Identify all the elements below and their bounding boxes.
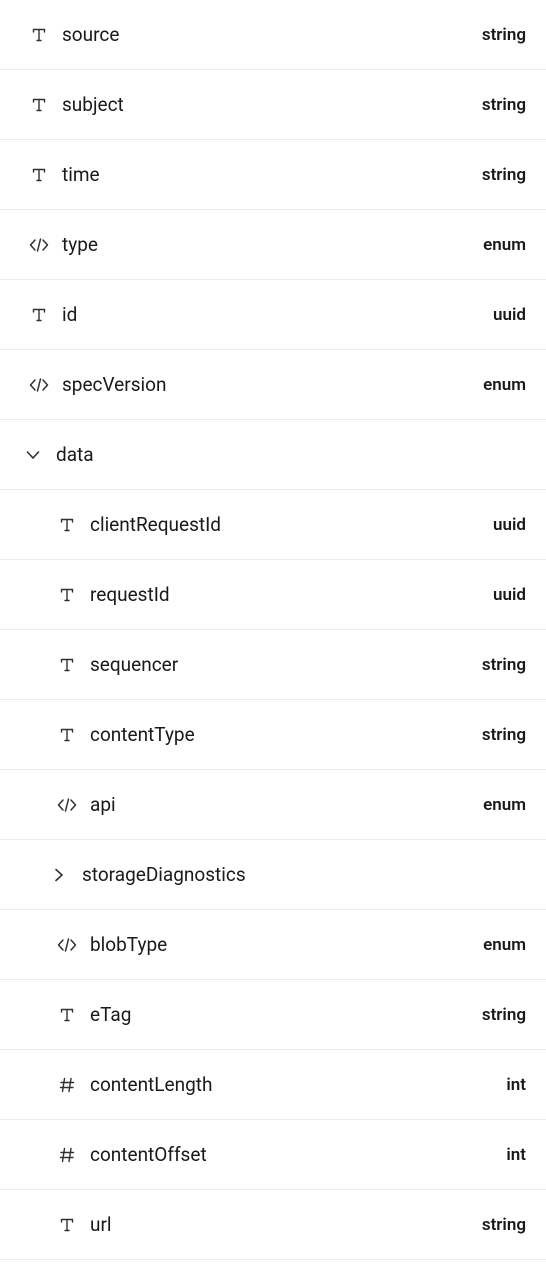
field-name: id: [62, 303, 77, 326]
field-type: int: [506, 1075, 526, 1095]
chevron-right-icon[interactable]: [48, 867, 70, 883]
row-left: data: [0, 443, 94, 466]
field-name: eTag: [90, 1003, 131, 1026]
text-type-icon: [56, 657, 78, 673]
code-type-icon: [56, 797, 78, 813]
code-type-icon: [28, 237, 50, 253]
schema-tree-row[interactable]: sequencer string: [0, 630, 546, 700]
schema-tree-row[interactable]: source string: [0, 0, 546, 70]
field-name: storageDiagnostics: [82, 863, 246, 886]
schema-tree-row[interactable]: requestId uuid: [0, 560, 546, 630]
row-left: url: [0, 1213, 112, 1236]
schema-tree-row[interactable]: contentLength int: [0, 1050, 546, 1120]
field-name: contentType: [90, 723, 195, 746]
row-left: id: [0, 303, 77, 326]
field-type: string: [482, 25, 526, 45]
schema-tree-row[interactable]: specVersion enum: [0, 350, 546, 420]
row-left: type: [0, 233, 98, 256]
field-name: api: [90, 793, 116, 816]
field-type: uuid: [493, 305, 526, 325]
field-type: enum: [483, 375, 526, 395]
schema-tree-branch[interactable]: data: [0, 420, 546, 490]
field-type: string: [482, 1005, 526, 1025]
chevron-down-icon[interactable]: [22, 447, 44, 463]
field-type: string: [482, 655, 526, 675]
text-type-icon: [28, 307, 50, 323]
row-left: contentOffset: [0, 1143, 207, 1166]
field-name: time: [62, 163, 100, 186]
field-name: data: [56, 443, 94, 466]
text-type-icon: [56, 587, 78, 603]
schema-tree-row[interactable]: contentOffset int: [0, 1120, 546, 1190]
row-left: contentType: [0, 723, 195, 746]
text-type-icon: [56, 1217, 78, 1233]
schema-tree-row[interactable]: blobType enum: [0, 910, 546, 980]
field-type: int: [506, 1145, 526, 1165]
row-left: clientRequestId: [0, 513, 221, 536]
row-left: sequencer: [0, 653, 178, 676]
number-type-icon: [56, 1077, 78, 1093]
field-name: blobType: [90, 933, 167, 956]
schema-tree: source string subject string time string type e…: [0, 0, 546, 1260]
text-type-icon: [28, 167, 50, 183]
schema-tree-row[interactable]: clientRequestId uuid: [0, 490, 546, 560]
schema-tree-row[interactable]: type enum: [0, 210, 546, 280]
text-type-icon: [56, 1007, 78, 1023]
field-type: enum: [483, 795, 526, 815]
schema-tree-row[interactable]: contentType string: [0, 700, 546, 770]
field-type: string: [482, 1215, 526, 1235]
field-name: requestId: [90, 583, 170, 606]
field-type: string: [482, 95, 526, 115]
field-type: string: [482, 725, 526, 745]
code-type-icon: [56, 937, 78, 953]
field-name: contentLength: [90, 1073, 212, 1096]
field-name: type: [62, 233, 98, 256]
schema-tree-branch[interactable]: storageDiagnostics: [0, 840, 546, 910]
row-left: requestId: [0, 583, 170, 606]
schema-tree-row[interactable]: eTag string: [0, 980, 546, 1050]
row-left: eTag: [0, 1003, 131, 1026]
field-type: uuid: [493, 585, 526, 605]
text-type-icon: [56, 727, 78, 743]
field-name: subject: [62, 93, 124, 116]
number-type-icon: [56, 1147, 78, 1163]
field-type: enum: [483, 935, 526, 955]
row-left: subject: [0, 93, 124, 116]
field-name: source: [62, 23, 119, 46]
field-name: specVersion: [62, 373, 166, 396]
field-name: url: [90, 1213, 112, 1236]
schema-tree-row[interactable]: time string: [0, 140, 546, 210]
field-name: contentOffset: [90, 1143, 207, 1166]
field-type: string: [482, 165, 526, 185]
field-name: sequencer: [90, 653, 178, 676]
schema-tree-row[interactable]: id uuid: [0, 280, 546, 350]
schema-tree-row[interactable]: url string: [0, 1190, 546, 1260]
row-left: time: [0, 163, 100, 186]
row-left: specVersion: [0, 373, 166, 396]
row-left: blobType: [0, 933, 167, 956]
row-left: api: [0, 793, 116, 816]
schema-tree-row[interactable]: subject string: [0, 70, 546, 140]
row-left: source: [0, 23, 119, 46]
field-type: enum: [483, 235, 526, 255]
text-type-icon: [28, 97, 50, 113]
text-type-icon: [28, 27, 50, 43]
field-name: clientRequestId: [90, 513, 221, 536]
row-left: contentLength: [0, 1073, 212, 1096]
schema-tree-row[interactable]: api enum: [0, 770, 546, 840]
row-left: storageDiagnostics: [0, 863, 246, 886]
field-type: uuid: [493, 515, 526, 535]
text-type-icon: [56, 517, 78, 533]
code-type-icon: [28, 377, 50, 393]
